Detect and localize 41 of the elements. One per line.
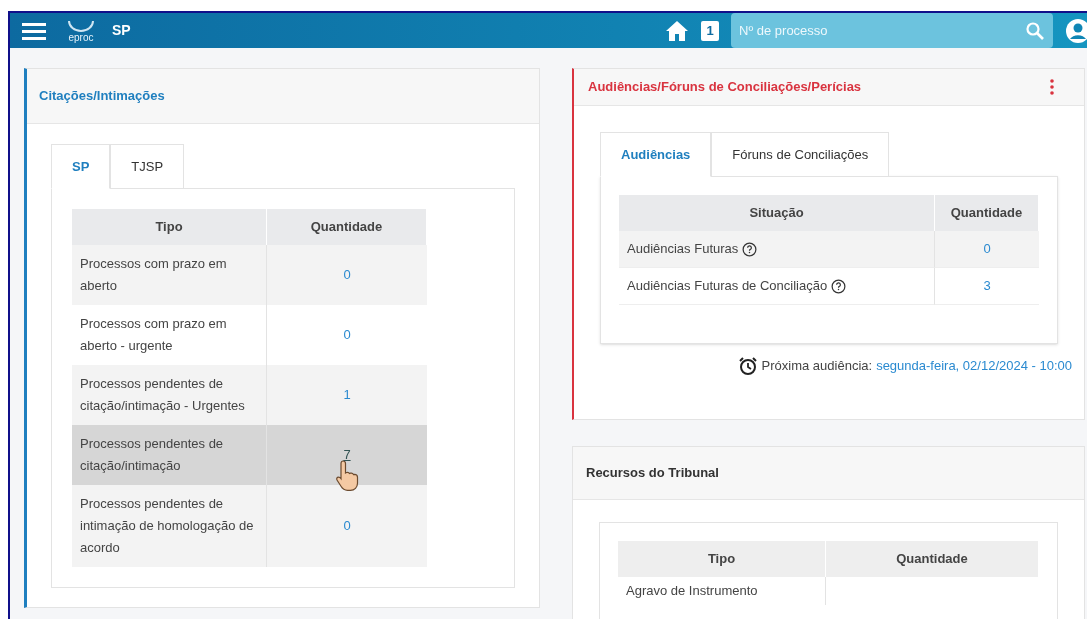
user-avatar-icon[interactable] bbox=[1065, 17, 1087, 44]
table-cell: Agravo de Instrumento bbox=[626, 583, 758, 598]
count-link[interactable]: 0 bbox=[983, 239, 991, 259]
next-hearing-link[interactable]: segunda-feira, 02/12/2024 - 10:00 bbox=[876, 356, 1072, 376]
column-header: Quantidade bbox=[267, 209, 427, 245]
count-badge[interactable]: 1 bbox=[701, 20, 719, 41]
site-title: SP bbox=[112, 21, 131, 40]
table-cell-text: Audiências Futuras bbox=[627, 240, 739, 259]
count-link[interactable]: 1 bbox=[343, 385, 351, 405]
help-icon[interactable] bbox=[742, 241, 758, 257]
hand-cursor-icon bbox=[335, 459, 361, 493]
column-header: Tipo bbox=[72, 209, 267, 245]
home-icon[interactable] bbox=[665, 19, 689, 42]
logo-text: eproc bbox=[68, 32, 94, 43]
count-link[interactable]: 0 bbox=[343, 325, 351, 345]
menu-icon[interactable] bbox=[22, 20, 46, 41]
count-link[interactable]: 0 bbox=[343, 516, 351, 536]
card-title: Recursos do Tribunal bbox=[586, 464, 719, 483]
column-header: Quantidade bbox=[826, 541, 1039, 577]
column-header: Situação bbox=[619, 195, 935, 231]
count-link[interactable]: 0 bbox=[343, 265, 351, 285]
table-cell-text: Audiências Futuras de Conciliação bbox=[627, 277, 828, 296]
tab[interactable]: Fóruns de Conciliações bbox=[711, 132, 890, 177]
logo-arc-icon bbox=[66, 18, 96, 33]
tab[interactable]: SP bbox=[51, 144, 111, 189]
more-options-icon[interactable] bbox=[1050, 79, 1054, 95]
table-cell: Processos pendentes de citação/intimação bbox=[72, 425, 267, 485]
card-title: Audiências/Fóruns de Conciliações/Perícias bbox=[588, 78, 862, 97]
card-title: Citações/Intimações bbox=[39, 87, 165, 106]
column-header: Tipo bbox=[618, 541, 826, 577]
search-field[interactable]: Nº de processo bbox=[731, 13, 1053, 48]
table-cell: Processos com prazo em aberto bbox=[72, 245, 267, 305]
table-cell: Processos pendentes de citação/intimação - Urgentes bbox=[72, 365, 267, 425]
help-icon[interactable] bbox=[831, 278, 847, 294]
alarm-clock-icon bbox=[737, 356, 758, 376]
count-link[interactable]: 3 bbox=[983, 276, 991, 296]
column-header: Quantidade bbox=[935, 195, 1039, 231]
tab[interactable]: Audiências bbox=[600, 132, 712, 177]
table-cell: Processos pendentes de intimação de homologação de acordo bbox=[72, 485, 267, 567]
next-hearing-label: Próxima audiência: bbox=[761, 357, 873, 376]
tab[interactable]: TJSP bbox=[110, 144, 185, 189]
